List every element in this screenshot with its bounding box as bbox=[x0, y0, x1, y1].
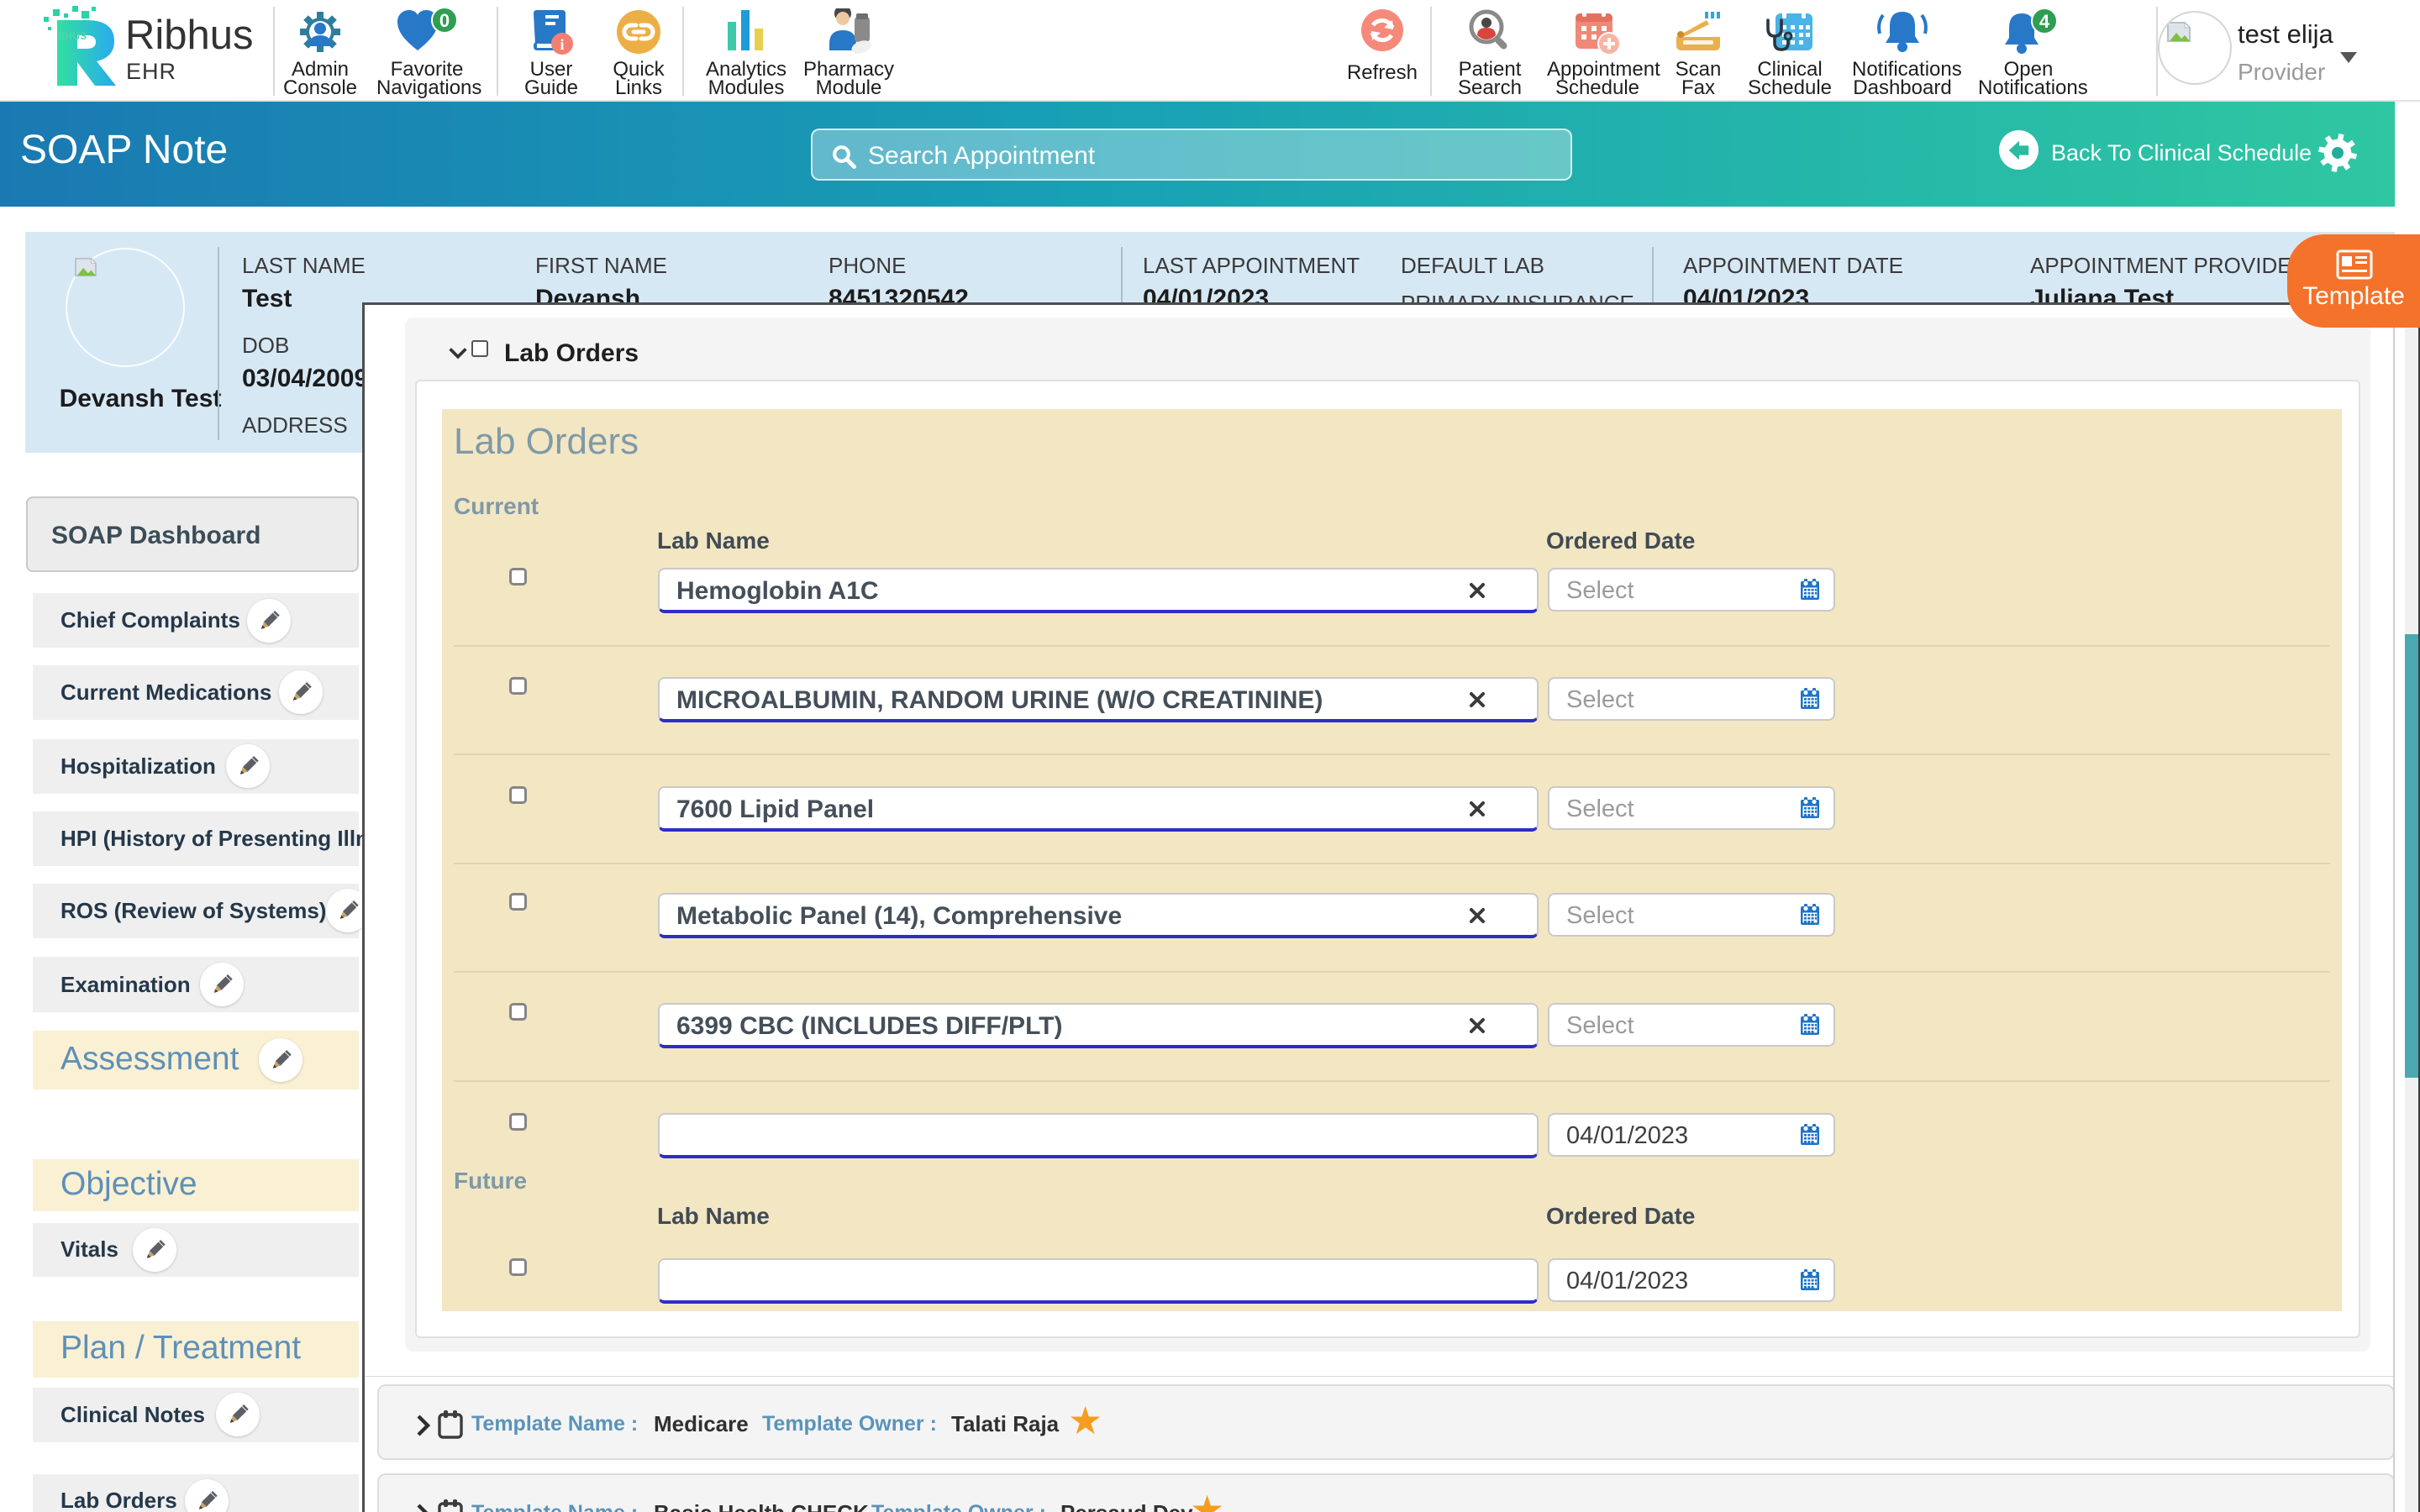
svg-text:i: i bbox=[560, 36, 564, 53]
svg-text:BHUS: BHUS bbox=[58, 32, 87, 42]
svg-text:0: 0 bbox=[439, 10, 450, 31]
svg-text:4: 4 bbox=[2039, 11, 2050, 32]
